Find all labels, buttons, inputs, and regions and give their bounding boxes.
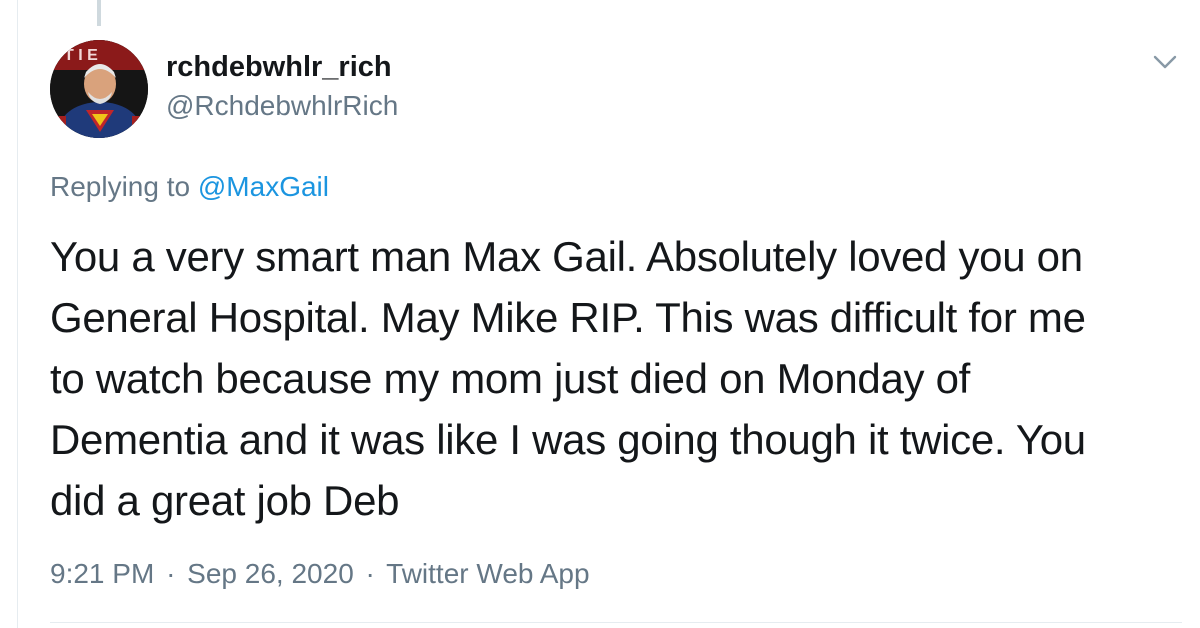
tweet-text-line: Dementia and it was like I was going tho…: [50, 416, 1086, 463]
svg-text:T I E: T I E: [64, 47, 98, 64]
avatar[interactable]: T I E: [50, 40, 148, 138]
chevron-down-icon[interactable]: [1152, 52, 1178, 72]
tweet-text-line: You a very smart man Max Gail. Absolutel…: [50, 233, 1083, 280]
tweet-time[interactable]: 9:21 PM: [50, 558, 154, 589]
meta-separator: ·: [365, 558, 375, 589]
tweet-metadata: 9:21 PM · Sep 26, 2020 · Twitter Web App: [50, 557, 590, 591]
tweet-text-line: did a great job Deb: [50, 477, 400, 524]
tweet-text-line: to watch because my mom just died on Mon…: [50, 355, 971, 402]
tweet-source-link[interactable]: Twitter Web App: [386, 558, 589, 589]
replying-mention-link[interactable]: @MaxGail: [198, 171, 329, 202]
replying-prefix: Replying to: [50, 171, 191, 202]
tweet-text: You a very smart man Max Gail. Absolutel…: [50, 226, 1180, 531]
replying-to-line: Replying to @MaxGail: [50, 170, 329, 204]
tweet-date[interactable]: Sep 26, 2020: [187, 558, 354, 589]
user-handle[interactable]: @RchdebwhlrRich: [166, 89, 398, 123]
superhero-avatar-image: T I E: [50, 40, 148, 138]
tweet-text-line: General Hospital. May Mike RIP. This was…: [50, 294, 1086, 341]
display-name[interactable]: rchdebwhlr_rich: [166, 50, 392, 84]
bottom-divider: [50, 622, 1182, 623]
thread-left-border: [17, 0, 18, 628]
thread-connector-line: [97, 0, 101, 26]
meta-separator: ·: [166, 558, 176, 589]
